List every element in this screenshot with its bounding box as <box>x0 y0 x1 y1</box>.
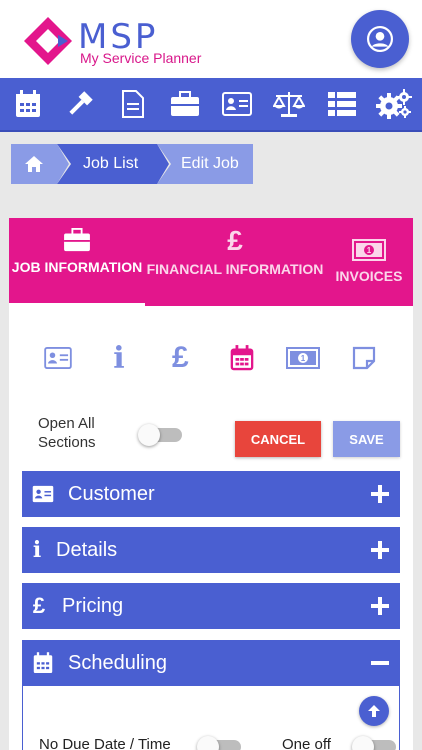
arrow-up-icon <box>368 705 380 717</box>
briefcase-icon <box>170 91 199 116</box>
toggle-knob <box>138 424 160 446</box>
nav-calendar[interactable] <box>6 82 50 126</box>
breadcrumb: Job List Edit Job <box>11 144 253 184</box>
note-icon <box>353 346 376 370</box>
save-button[interactable]: SAVE <box>333 421 400 457</box>
shortcut-invoices[interactable]: 1 <box>285 340 321 376</box>
plus-icon[interactable] <box>370 484 390 504</box>
nav-settings[interactable] <box>372 82 416 126</box>
shortcut-customer[interactable] <box>40 340 76 376</box>
breadcrumb-home[interactable] <box>11 144 71 184</box>
id-card-icon <box>222 92 253 116</box>
breadcrumb-job-list-label: Job List <box>83 155 139 172</box>
section-shortcuts: i £ 1 <box>9 338 413 378</box>
nav-documents[interactable] <box>111 82 155 126</box>
list-icon <box>327 92 356 116</box>
scroll-up-button[interactable] <box>359 696 389 726</box>
scales-icon <box>273 92 306 117</box>
home-icon <box>25 156 43 172</box>
info-icon: i <box>32 537 42 563</box>
tab-job-information[interactable]: JOB INFORMATION <box>9 218 145 306</box>
section-details-label: Details <box>56 538 118 561</box>
tab-financial-information[interactable]: £ FINANCIAL INFORMATION <box>145 218 325 306</box>
banknote-icon: 1 <box>352 239 386 261</box>
breadcrumb-job-list[interactable]: Job List <box>57 144 171 184</box>
section-scheduling-label: Scheduling <box>68 651 167 674</box>
pound-icon: £ <box>227 225 243 256</box>
shortcut-details[interactable]: i <box>101 340 137 376</box>
no-due-date-label: No Due Date / Time <box>39 736 171 750</box>
briefcase-icon <box>64 228 90 252</box>
open-all-sections-toggle[interactable] <box>138 424 182 446</box>
breadcrumb-edit-job: Edit Job <box>157 144 253 184</box>
calendar-icon <box>33 652 53 673</box>
one-off-toggle[interactable] <box>352 736 396 750</box>
one-off-label: One off <box>282 736 331 750</box>
tab-invoices[interactable]: 1 INVOICES <box>325 218 413 306</box>
logo-subtitle: My Service Planner <box>80 50 202 66</box>
document-icon <box>121 90 144 118</box>
nav-legal[interactable] <box>267 82 311 126</box>
user-icon <box>367 26 393 52</box>
id-card-icon <box>43 347 72 369</box>
user-avatar-button[interactable] <box>351 10 409 68</box>
section-scheduling[interactable]: Scheduling <box>22 640 400 686</box>
tab-financial-information-label: FINANCIAL INFORMATION <box>146 261 324 277</box>
nav-jobs[interactable] <box>163 82 207 126</box>
job-tabs: JOB INFORMATION £ FINANCIAL INFORMATION … <box>9 218 413 306</box>
svg-text:1: 1 <box>301 354 306 363</box>
job-card: JOB INFORMATION £ FINANCIAL INFORMATION … <box>9 218 413 750</box>
open-all-sections-label: Open All Sections <box>38 414 96 452</box>
plus-icon[interactable] <box>370 540 390 560</box>
toggle-knob <box>352 736 374 750</box>
nav-list[interactable] <box>320 82 364 126</box>
gavel-icon <box>69 91 94 115</box>
open-all-line-2: Sections <box>38 434 96 451</box>
section-customer[interactable]: Customer <box>22 471 400 517</box>
no-due-date-toggle[interactable] <box>197 736 241 750</box>
pound-icon: £ <box>171 341 189 374</box>
cancel-button[interactable]: CANCEL <box>235 421 321 457</box>
section-customer-label: Customer <box>68 482 155 505</box>
calendar-icon <box>230 345 253 371</box>
toggle-knob <box>197 736 219 750</box>
section-pricing-label: Pricing <box>62 594 124 617</box>
id-card-icon <box>32 485 54 503</box>
tab-invoices-label: INVOICES <box>335 268 403 284</box>
section-pricing[interactable]: £ Pricing <box>22 583 400 629</box>
scheduling-body: No Due Date / Time One off <box>22 686 400 750</box>
msp-logo[interactable]: MSP My Service Planner <box>22 15 222 70</box>
calendar-icon <box>16 90 41 117</box>
svg-text:1: 1 <box>367 246 372 255</box>
nav-customers[interactable] <box>215 82 259 126</box>
shortcut-notes[interactable] <box>346 340 382 376</box>
pound-icon: £ <box>32 593 46 618</box>
plus-icon[interactable] <box>370 596 390 616</box>
banknote-icon: 1 <box>285 347 320 369</box>
section-details[interactable]: i Details <box>22 527 400 573</box>
logo-mark-icon <box>24 17 72 65</box>
minus-icon[interactable] <box>370 653 390 673</box>
shortcut-pricing[interactable]: £ <box>162 340 198 376</box>
info-icon: i <box>113 340 125 376</box>
shortcut-scheduling[interactable] <box>224 340 260 376</box>
nav-gavel[interactable] <box>58 82 102 126</box>
gears-icon <box>375 89 412 119</box>
app-header: MSP My Service Planner <box>0 0 422 78</box>
tab-job-information-label: JOB INFORMATION <box>11 259 143 275</box>
main-nav <box>0 78 422 132</box>
open-all-line-1: Open All <box>38 415 95 432</box>
breadcrumb-edit-job-label: Edit Job <box>181 155 239 172</box>
